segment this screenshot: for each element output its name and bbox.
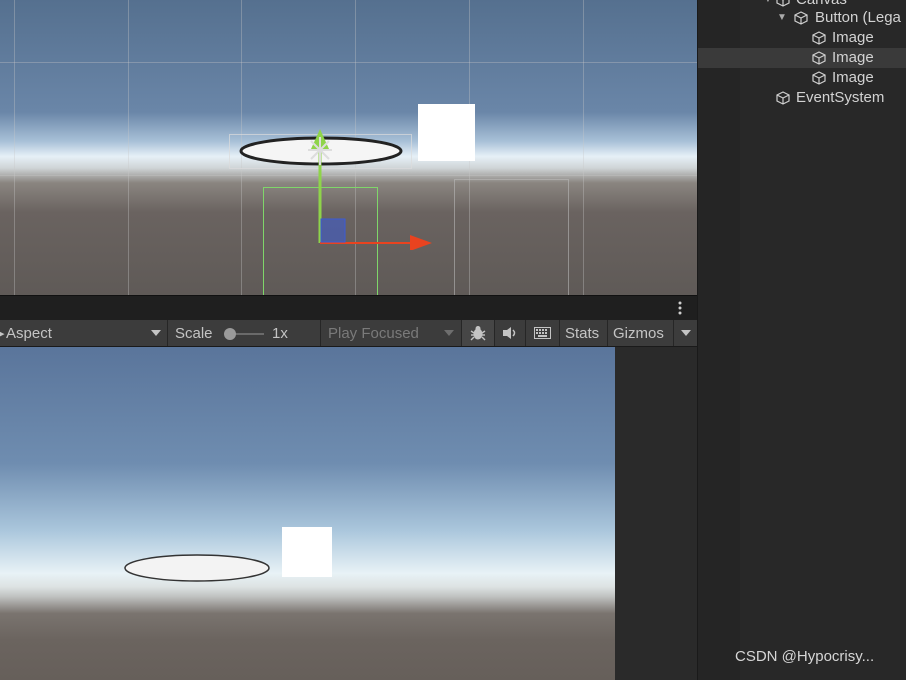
hierarchy-item-image[interactable]: Image: [698, 68, 906, 88]
speaker-icon: [503, 327, 516, 339]
game-square-image: [282, 527, 332, 577]
gameobject-icon: [794, 11, 808, 25]
hierarchy-item-image[interactable]: Image: [698, 28, 906, 48]
hierarchy-item-label: Image: [832, 49, 874, 66]
expand-arrow-icon[interactable]: ▼: [777, 8, 787, 28]
mute-audio-button[interactable]: [495, 320, 525, 346]
scale-slider-handle[interactable]: [224, 328, 236, 340]
gameobject-icon: [812, 51, 826, 65]
hierarchy-panel: ▼ Canvas ▼ Button (Lega Image Image Imag…: [697, 0, 906, 680]
panel-divider: [0, 295, 697, 320]
chevron-down-icon: [151, 330, 161, 336]
hierarchy-item-label: EventSystem: [796, 89, 885, 106]
hierarchy-item-button[interactable]: ▼ Button (Lega: [698, 8, 906, 28]
stats-button[interactable]: Stats: [565, 320, 599, 346]
hierarchy-item-label: Image: [832, 29, 874, 46]
keyboard-icon: [534, 327, 551, 339]
gameobject-icon: [776, 0, 790, 7]
scale-label: Scale: [175, 325, 213, 342]
gizmos-dropdown-icon[interactable]: [681, 330, 691, 336]
scale-slider[interactable]: [222, 320, 266, 346]
game-view[interactable]: [0, 347, 615, 680]
grid-line: [128, 0, 129, 295]
debug-button[interactable]: [462, 320, 494, 346]
grid-line: [14, 0, 15, 295]
grid-line: [583, 0, 584, 295]
game-ellipse-image: [124, 554, 270, 582]
game-view-toolbar: ▸ Aspect Scale 1x Play Focused Stats Giz…: [0, 320, 697, 347]
bug-icon: [470, 326, 486, 341]
aspect-label: Aspect: [6, 325, 52, 342]
play-mode-dropdown[interactable]: Play Focused: [328, 320, 419, 346]
shortcuts-button[interactable]: [526, 320, 559, 346]
more-options-icon[interactable]: [677, 301, 683, 315]
gameobject-icon: [776, 91, 790, 105]
rect-outline: [454, 179, 569, 295]
hierarchy-item-image-selected[interactable]: Image: [698, 48, 906, 68]
gizmos-button[interactable]: Gizmos: [613, 320, 664, 346]
game-view-letterbox: [615, 347, 697, 680]
gameobject-icon: [812, 31, 826, 45]
hierarchy-item-label: Button (Lega: [815, 9, 901, 26]
gameobject-icon: [812, 71, 826, 85]
aspect-dropdown[interactable]: ▸ Aspect: [0, 320, 166, 346]
aspect-arrow-icon: ▸: [0, 325, 5, 342]
hierarchy-item-label: Image: [832, 69, 874, 86]
hierarchy-item-eventsystem[interactable]: EventSystem: [698, 88, 906, 108]
chevron-down-icon: [444, 330, 454, 336]
scale-value: 1x: [272, 325, 288, 342]
move-gizmo[interactable]: [300, 125, 440, 250]
grid-line: [0, 62, 697, 63]
scene-view[interactable]: [0, 0, 697, 295]
watermark-text: CSDN @Hypocrisy...: [735, 648, 875, 665]
